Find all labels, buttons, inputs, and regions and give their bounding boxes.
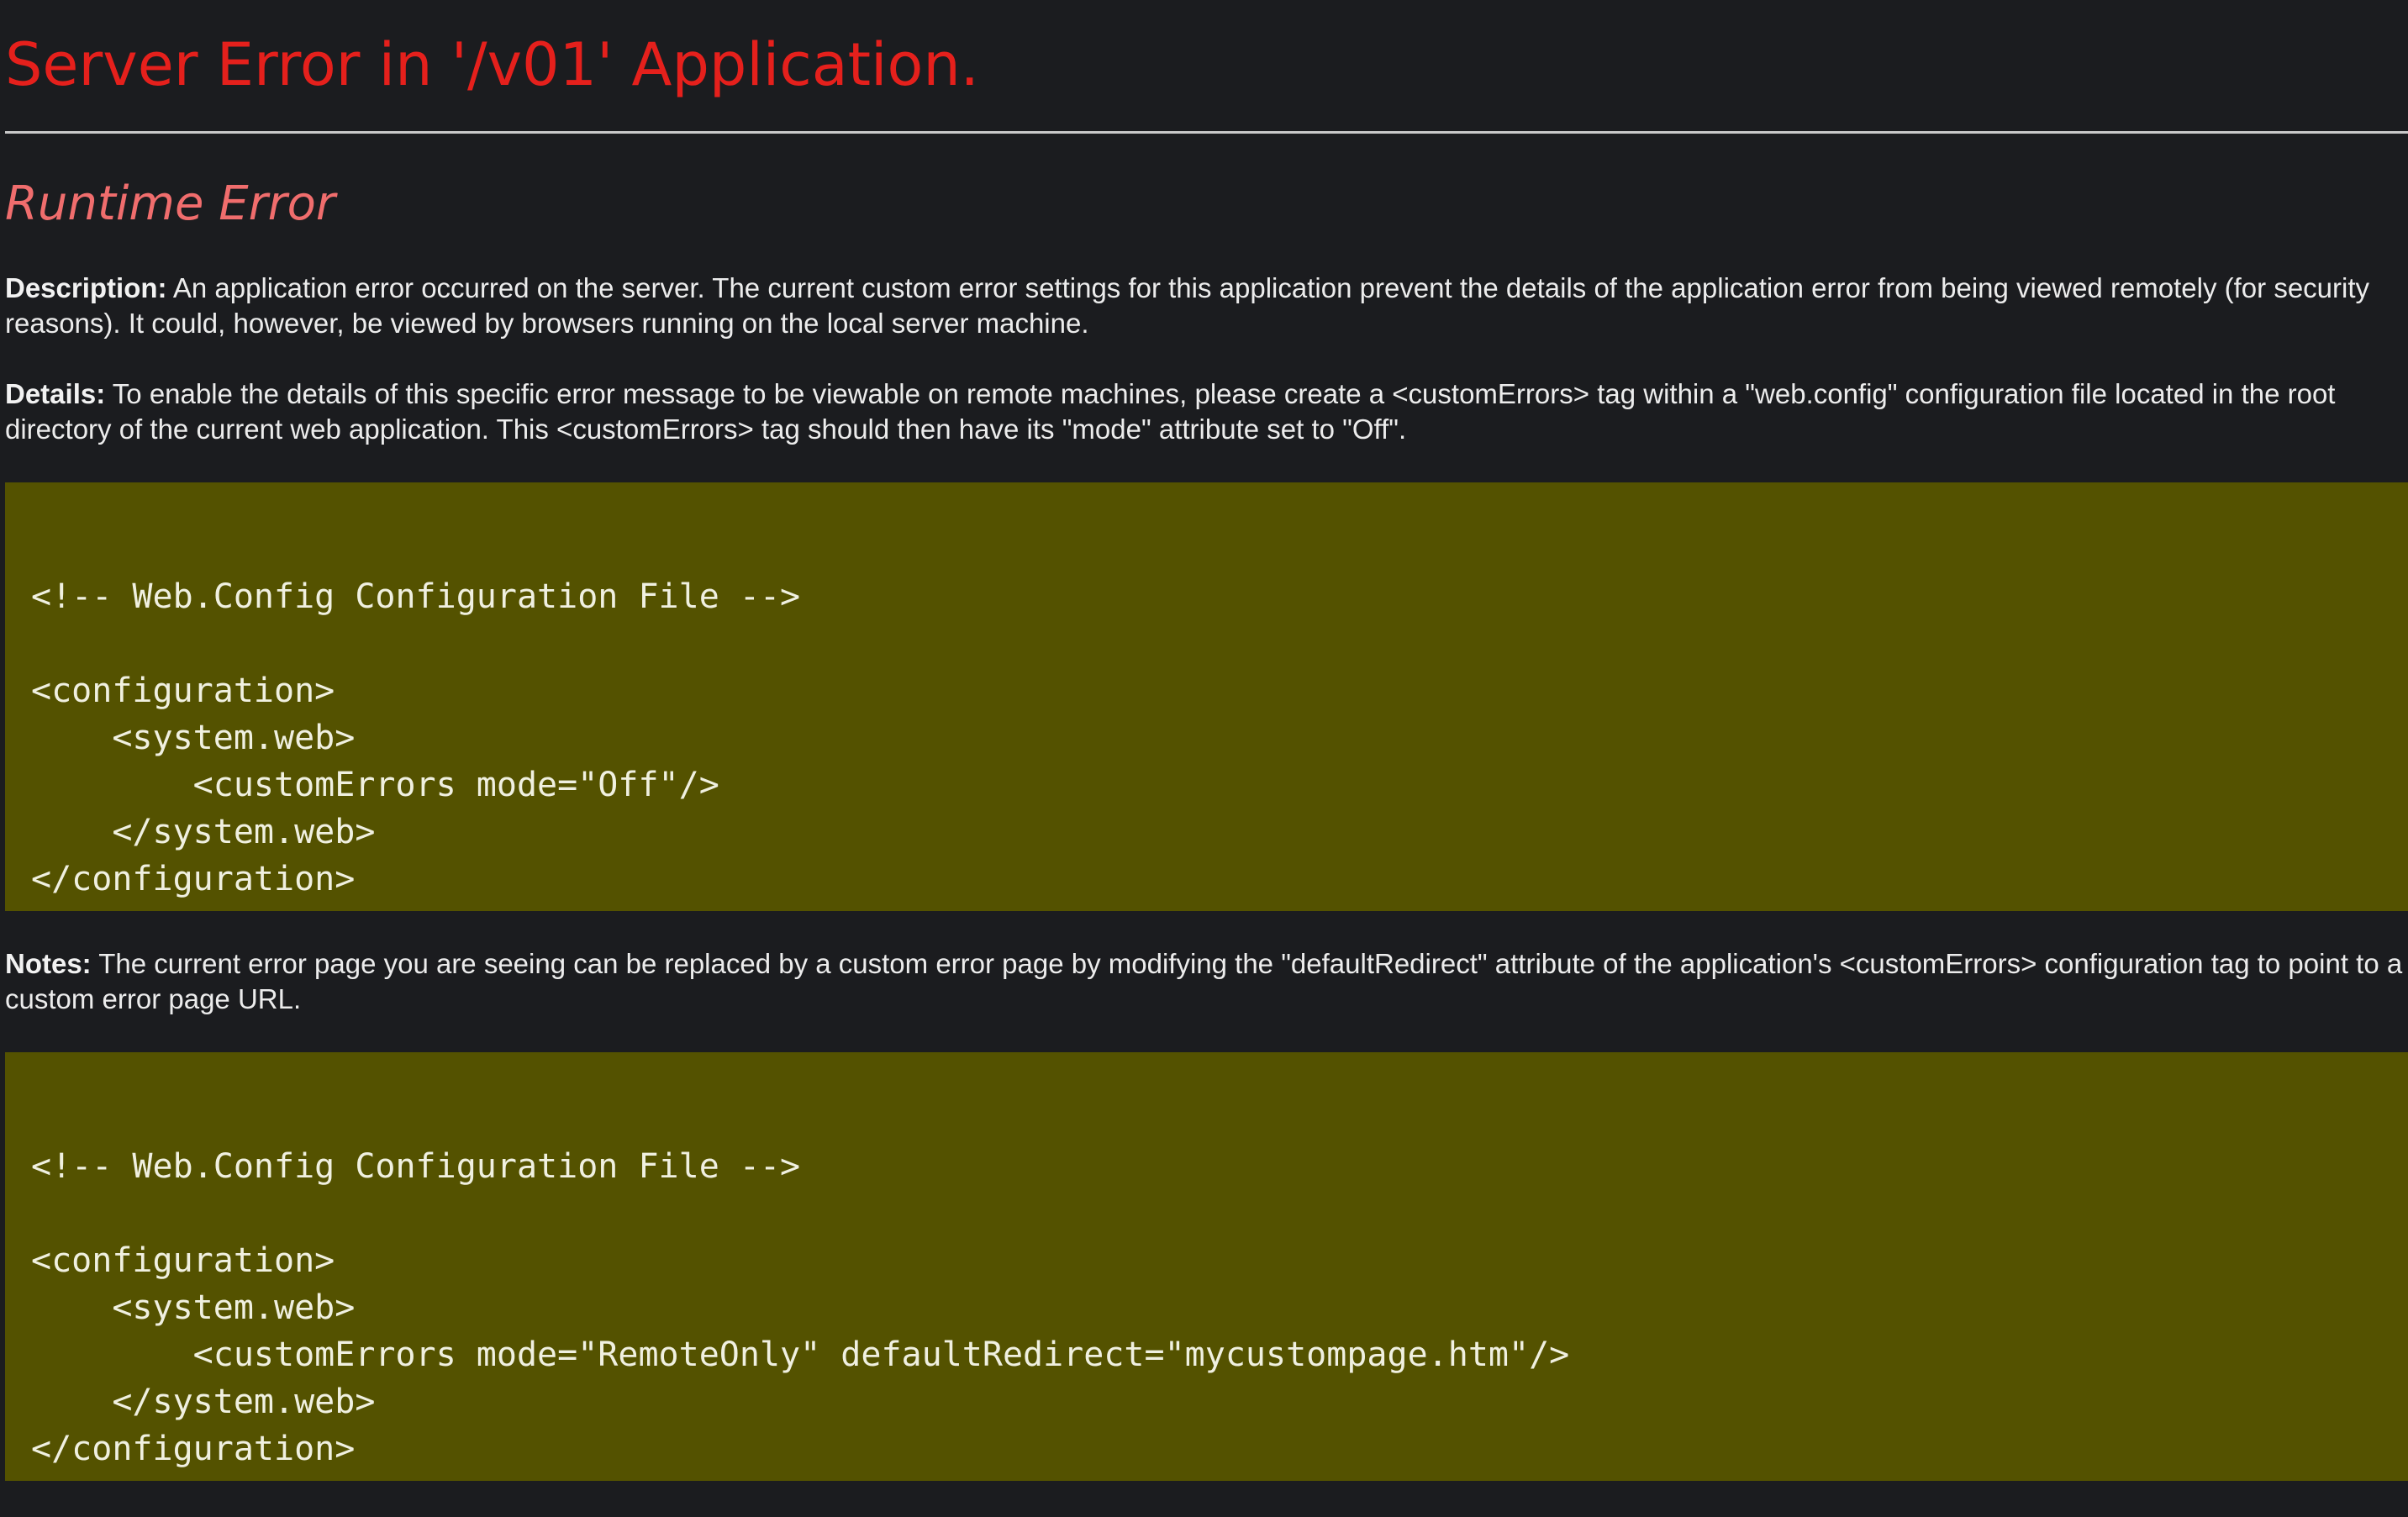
code-line: </system.web> xyxy=(31,1383,376,1421)
notes-paragraph: Notes: The current error page you are se… xyxy=(5,946,2405,1017)
code-block-config-redirect-pre: <!-- Web.Config Configuration File --> <c… xyxy=(31,1096,2408,1472)
code-line: <!-- Web.Config Configuration File --> xyxy=(31,1147,801,1186)
code-line: </system.web> xyxy=(31,813,376,851)
error-page: Server Error in '/v01' Application. Runt… xyxy=(0,0,2408,1517)
title-divider xyxy=(5,131,2408,134)
notes-text: The current error page you are seeing ca… xyxy=(5,948,2403,1014)
details-label: Details: xyxy=(5,378,106,409)
code-line: <configuration> xyxy=(31,672,335,710)
page-title: Server Error in '/v01' Application. xyxy=(5,30,979,99)
code-line: </configuration> xyxy=(31,860,356,898)
code-line: <!-- Web.Config Configuration File --> xyxy=(31,577,801,616)
code-line: </configuration> xyxy=(31,1430,356,1468)
notes-label: Notes: xyxy=(5,948,92,979)
code-block-config-off-pre: <!-- Web.Config Configuration File --> <c… xyxy=(31,526,2408,903)
details-text: To enable the details of this specific e… xyxy=(5,378,2336,445)
code-line: <customErrors mode="RemoteOnly" defaultR… xyxy=(31,1335,1570,1374)
description-text: An application error occurred on the ser… xyxy=(5,272,2370,339)
code-block-config-off: <!-- Web.Config Configuration File --> <c… xyxy=(5,482,2408,911)
code-line: <system.web> xyxy=(31,719,356,757)
details-paragraph: Details: To enable the details of this s… xyxy=(5,377,2405,447)
code-block-config-redirect: <!-- Web.Config Configuration File --> <c… xyxy=(5,1052,2408,1481)
code-line: <customErrors mode="Off"/> xyxy=(31,766,719,804)
code-line: <system.web> xyxy=(31,1288,356,1327)
description-label: Description: xyxy=(5,272,167,303)
description-paragraph: Description: An application error occurr… xyxy=(5,271,2405,341)
code-line: <configuration> xyxy=(31,1241,335,1280)
error-subtitle: Runtime Error xyxy=(5,176,335,231)
